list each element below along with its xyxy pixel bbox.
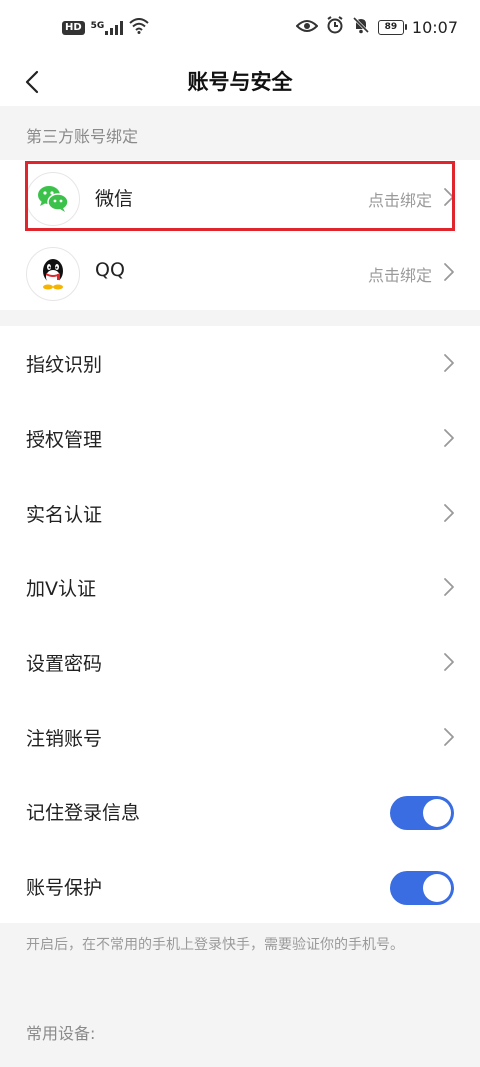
third-party-group: 微信 点击绑定 QQ 点击绑定 xyxy=(0,160,480,310)
v-verify-row[interactable]: 加V认证 xyxy=(0,550,480,624)
status-right: 89 10:07 xyxy=(295,16,458,38)
chevron-right-icon xyxy=(444,188,454,206)
wifi-icon xyxy=(129,18,149,38)
chevron-right-icon xyxy=(444,653,454,671)
hd-badge: HD xyxy=(62,21,85,35)
settings-group: 指纹识别 授权管理 实名认证 加V认证 设置密码 注销账号 记住登录信息 账号保… xyxy=(0,326,480,923)
section-title: 第三方账号绑定 xyxy=(26,127,139,146)
chevron-right-icon xyxy=(444,263,454,281)
fingerprint-label: 指纹识别 xyxy=(26,354,103,376)
status-left: HD 5G xyxy=(62,18,149,38)
status-time: 10:07 xyxy=(411,17,458,37)
qq-icon xyxy=(26,247,80,301)
account-protect-label: 账号保护 xyxy=(26,877,103,899)
qq-label: QQ xyxy=(95,259,125,281)
authorization-label: 授权管理 xyxy=(26,429,103,451)
status-bar: HD 5G 89 10:07 xyxy=(0,0,480,58)
chevron-right-icon xyxy=(444,429,454,447)
cancel-account-row[interactable]: 注销账号 xyxy=(0,700,480,774)
mute-bell-icon xyxy=(352,16,370,38)
qq-bind-row[interactable]: QQ 点击绑定 xyxy=(0,235,480,309)
alarm-icon xyxy=(326,16,344,38)
signal-icon: 5G xyxy=(91,21,124,35)
cancel-account-label: 注销账号 xyxy=(26,728,103,750)
devices-header: 常用设备: xyxy=(26,1024,96,1043)
set-password-row[interactable]: 设置密码 xyxy=(0,625,480,699)
v-verify-label: 加V认证 xyxy=(26,578,96,600)
real-name-label: 实名认证 xyxy=(26,504,103,526)
protection-hint: 开启后，在不常用的手机上登录快手，需要验证你的手机号。 xyxy=(26,937,404,953)
page-title: 账号与安全 xyxy=(187,70,293,94)
chevron-right-icon xyxy=(444,578,454,596)
account-protect-toggle[interactable] xyxy=(390,871,454,905)
remember-login-label: 记住登录信息 xyxy=(26,802,141,824)
remember-login-toggle[interactable] xyxy=(390,796,454,830)
qq-bind-status: 点击绑定 xyxy=(367,266,432,285)
battery-icon: 89 xyxy=(377,19,407,35)
wechat-bind-status: 点击绑定 xyxy=(367,191,432,210)
nav-bar: 账号与安全 xyxy=(0,58,480,106)
chevron-right-icon xyxy=(444,728,454,746)
authorization-row[interactable]: 授权管理 xyxy=(0,401,480,475)
chevron-right-icon xyxy=(444,504,454,522)
eye-icon xyxy=(295,18,319,37)
wechat-label: 微信 xyxy=(95,188,134,210)
fingerprint-row[interactable]: 指纹识别 xyxy=(0,326,480,400)
account-protect-row: 账号保护 xyxy=(0,849,480,923)
real-name-row[interactable]: 实名认证 xyxy=(0,476,480,550)
set-password-label: 设置密码 xyxy=(26,653,103,675)
wechat-bind-row[interactable]: 微信 点击绑定 xyxy=(0,160,480,234)
wechat-icon xyxy=(26,172,80,226)
section-header-third-party: 第三方账号绑定 xyxy=(0,106,480,160)
remember-login-row: 记住登录信息 xyxy=(0,774,480,848)
network-type: 5G xyxy=(90,21,105,31)
chevron-right-icon xyxy=(444,354,454,372)
